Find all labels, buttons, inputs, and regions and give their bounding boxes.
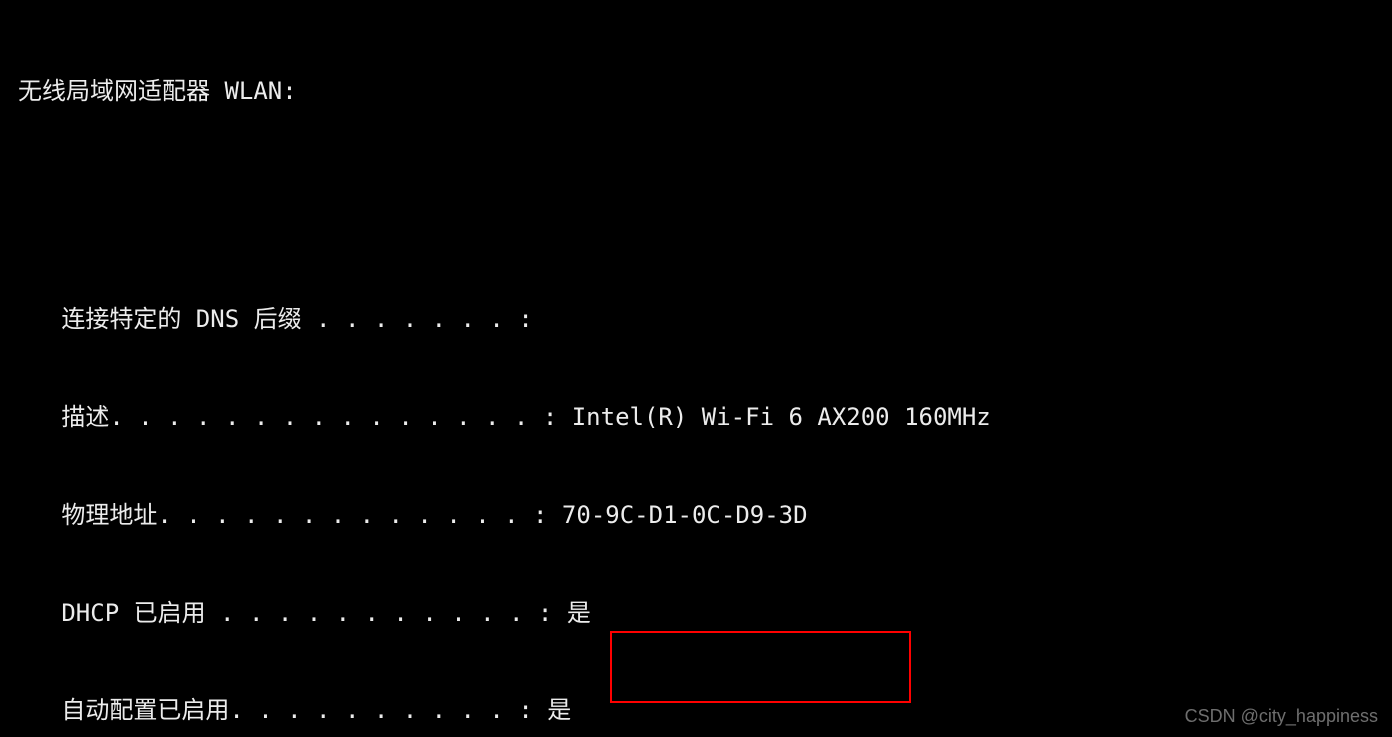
value: 70-9C-D1-0C-D9-3D [547,499,807,532]
value: 是 [533,694,571,727]
blank-line [18,173,1392,206]
row-autoconfig-enabled: 自动配置已启用. . . . . . . . . . : 是 [18,694,1392,727]
row-dhcp-enabled: DHCP 已启用 . . . . . . . . . . . : 是 [18,597,1392,630]
label: DHCP 已启用 . . . . . . . . . . . : [18,597,552,630]
value: 是 [552,597,590,630]
value: Intel(R) Wi-Fi 6 AX200 160MHz [557,401,990,434]
adapter-title: 无线局域网适配器 WLAN: [18,75,1392,108]
label: 自动配置已启用. . . . . . . . . . : [18,694,533,727]
row-physical-address: 物理地址. . . . . . . . . . . . . : 70-9C-D1… [18,499,1392,532]
label: 描述. . . . . . . . . . . . . . . : [18,401,557,434]
label: 物理地址. . . . . . . . . . . . . : [18,499,547,532]
label: 连接特定的 DNS 后缀 . . . . . . . : [18,303,533,336]
dns-highlight-box [610,631,911,703]
row-dns-suffix: 连接特定的 DNS 后缀 . . . . . . . : [18,303,1392,336]
terminal-output: 无线局域网适配器 WLAN: 连接特定的 DNS 后缀 . . . . . . … [0,0,1392,737]
row-description: 描述. . . . . . . . . . . . . . . : Intel(… [18,401,1392,434]
title-text: 无线局域网适配器 WLAN: [18,75,297,108]
